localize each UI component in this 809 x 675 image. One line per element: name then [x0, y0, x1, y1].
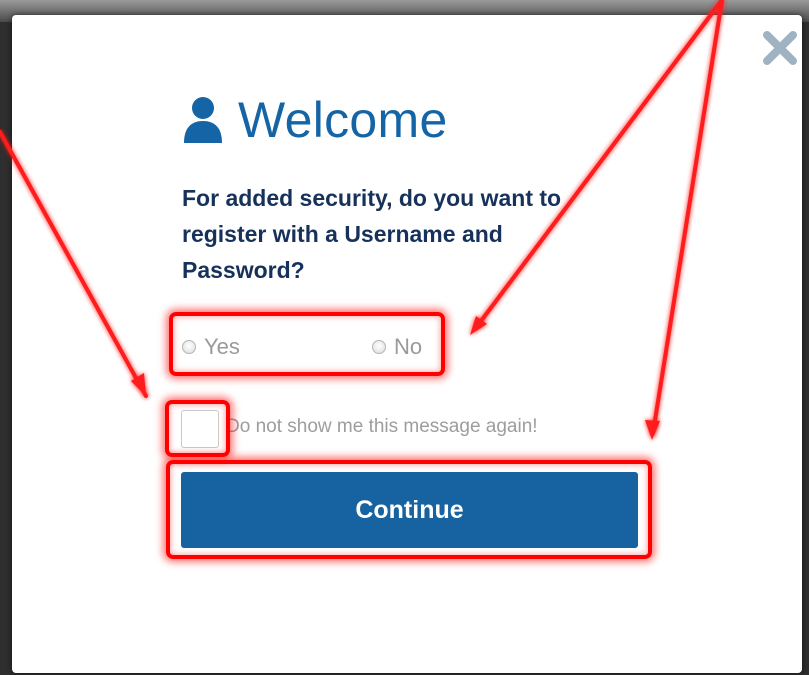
radio-button-icon[interactable] — [182, 340, 196, 354]
radio-no-label: No — [394, 334, 423, 359]
radio-yes-label: Yes — [204, 334, 240, 359]
security-question: For added security, do you want to regis… — [182, 185, 562, 283]
dialog-title: Welcome — [182, 88, 448, 152]
radio-button-icon[interactable] — [372, 340, 386, 354]
user-icon — [184, 97, 222, 143]
close-button[interactable] — [758, 26, 802, 70]
radio-no[interactable]: No — [372, 334, 422, 360]
title-text: Welcome — [238, 92, 448, 148]
continue-button[interactable]: Continue — [181, 472, 638, 548]
close-icon — [763, 31, 797, 65]
dont-show-again-checkbox[interactable] — [181, 410, 219, 448]
dont-show-again-label: Do not show me this message again! — [226, 416, 538, 437]
radio-yes[interactable]: Yes — [182, 334, 240, 360]
